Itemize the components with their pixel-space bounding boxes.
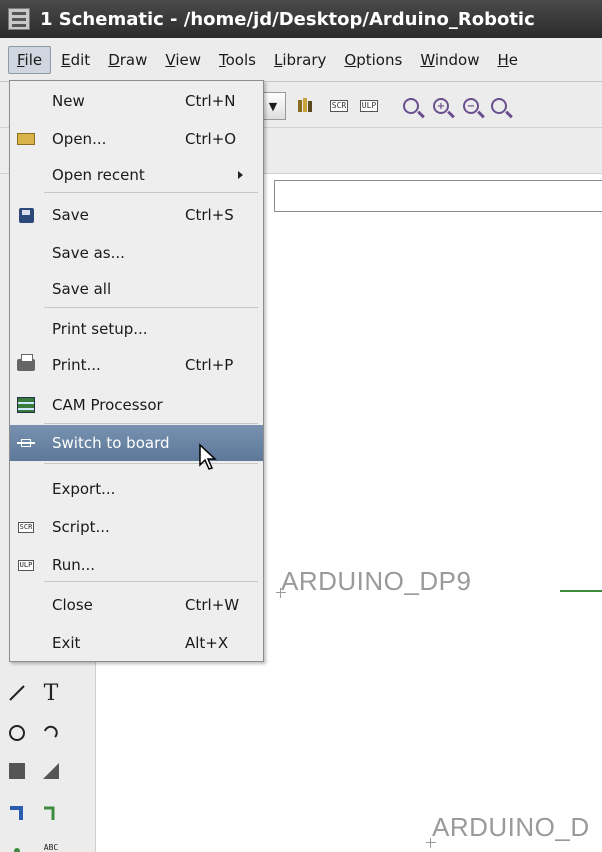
net-wire[interactable] (560, 590, 602, 592)
title-bar: 1 Schematic - /home/jd/Desktop/Arduino_R… (0, 0, 602, 38)
menu-view[interactable]: View (157, 47, 209, 73)
menu-item-shortcut: Ctrl+P (185, 356, 234, 374)
file-menu-item-run[interactable]: ULP Run... (10, 547, 263, 583)
zoom-select-icon[interactable] (486, 92, 512, 120)
file-menu-item-open-recent[interactable]: Open recent (10, 157, 263, 193)
cam-icon (16, 395, 36, 415)
script-icon: SCR (17, 521, 35, 533)
menu-file[interactable]: File (8, 45, 52, 74)
net-tool-icon[interactable] (36, 798, 66, 828)
ulp-icon: ULP (17, 559, 35, 571)
floppy-icon (16, 205, 36, 225)
polygon-tool-icon[interactable] (36, 756, 66, 786)
script-toolbar-icon[interactable]: SCR (326, 92, 352, 120)
menu-item-shortcut: Ctrl+N (185, 92, 236, 110)
mouse-cursor-icon (199, 443, 217, 470)
menu-item-label: Print setup... (52, 320, 148, 338)
menu-item-label: New (52, 92, 85, 110)
file-menu-item-close[interactable]: Close Ctrl+W (10, 587, 263, 623)
menu-item-label: Save (52, 206, 89, 224)
menu-item-label: Close (52, 596, 93, 614)
menu-item-shortcut: Ctrl+W (185, 596, 240, 614)
command-input[interactable] (274, 180, 602, 212)
file-menu-item-exit[interactable]: Exit Alt+X (10, 625, 263, 661)
menu-draw[interactable]: Draw (100, 47, 155, 73)
file-menu-item-print[interactable]: Print... Ctrl+P (10, 347, 263, 383)
file-menu-item-new[interactable]: New Ctrl+N (10, 83, 263, 119)
menu-item-shortcut: Ctrl+O (185, 130, 237, 148)
file-menu-item-open[interactable]: Open... Ctrl+O (10, 121, 263, 157)
junction-tool-icon[interactable] (2, 832, 32, 852)
window-title: 1 Schematic - /home/jd/Desktop/Arduino_R… (40, 8, 535, 30)
menu-item-label: Exit (52, 634, 81, 652)
menu-item-label: Script... (52, 518, 110, 536)
net-label-dp9[interactable]: ARDUINO_DP9 (281, 566, 471, 597)
menu-separator (44, 423, 258, 424)
run-ulp-toolbar-icon[interactable]: ULP (356, 92, 382, 120)
file-menu-item-print-setup[interactable]: Print setup... (10, 311, 263, 347)
net-label-d[interactable]: ARDUINO_D (432, 812, 590, 843)
menu-options[interactable]: Options (336, 47, 410, 73)
file-menu-item-switch-to-board[interactable]: Switch to board (10, 425, 263, 461)
menu-separator (44, 307, 258, 308)
printer-icon (16, 354, 36, 375)
menu-he[interactable]: He (489, 47, 526, 73)
grid-icon[interactable] (292, 92, 318, 120)
menu-library[interactable]: Library (266, 47, 334, 73)
menu-item-label: Run... (52, 556, 96, 574)
menu-bar: File Edit Draw View Tools Library Options Windo… (0, 38, 602, 82)
rect-tool-icon[interactable] (2, 756, 32, 786)
menu-item-label: Open recent (52, 166, 145, 184)
file-menu-item-cam-processor[interactable]: CAM Processor (10, 387, 263, 423)
menu-item-label: Switch to board (52, 434, 170, 452)
zoom-out-icon[interactable]: − (458, 92, 484, 120)
bus-tool-icon[interactable] (2, 798, 32, 828)
zoom-in-icon[interactable]: + (428, 92, 454, 120)
menu-separator (44, 463, 258, 464)
wire-tool-icon[interactable] (2, 678, 32, 708)
app-icon (8, 8, 30, 30)
menu-item-shortcut: Alt+X (185, 634, 229, 652)
menu-item-label: Export... (52, 480, 116, 498)
file-menu-item-save[interactable]: Save Ctrl+S (10, 197, 263, 233)
file-menu-item-export[interactable]: Export... (10, 471, 263, 507)
file-menu-dropdown: New Ctrl+N Open... Ctrl+O Open recent Save Ctr… (9, 80, 264, 662)
file-menu-item-save-all[interactable]: Save all (10, 271, 263, 307)
file-menu-item-script[interactable]: SCR Script... (10, 509, 263, 545)
arc-tool-icon[interactable] (36, 718, 66, 748)
menu-item-label: Save all (52, 280, 112, 298)
menu-edit[interactable]: Edit (53, 47, 98, 73)
menu-item-label: Save as... (52, 244, 125, 262)
menu-item-label: Print... (52, 356, 101, 374)
board-icon (16, 433, 36, 453)
zoom-fit-icon[interactable] (398, 92, 424, 120)
circle-tool-icon[interactable] (2, 718, 32, 748)
menu-item-label: CAM Processor (52, 396, 163, 414)
menu-window[interactable]: Window (412, 47, 487, 73)
folder-open-icon (16, 129, 36, 149)
menu-item-label: Open... (52, 130, 107, 148)
text-tool-icon[interactable]: T (36, 678, 66, 708)
menu-tools[interactable]: Tools (211, 47, 264, 73)
menu-separator (44, 581, 258, 582)
menu-item-shortcut: Ctrl+S (185, 206, 234, 224)
menu-separator (44, 192, 258, 193)
file-menu-item-save-as[interactable]: Save as... (10, 235, 263, 271)
submenu-arrow-icon (238, 171, 243, 179)
label-tool-icon[interactable]: ABC (36, 832, 66, 852)
